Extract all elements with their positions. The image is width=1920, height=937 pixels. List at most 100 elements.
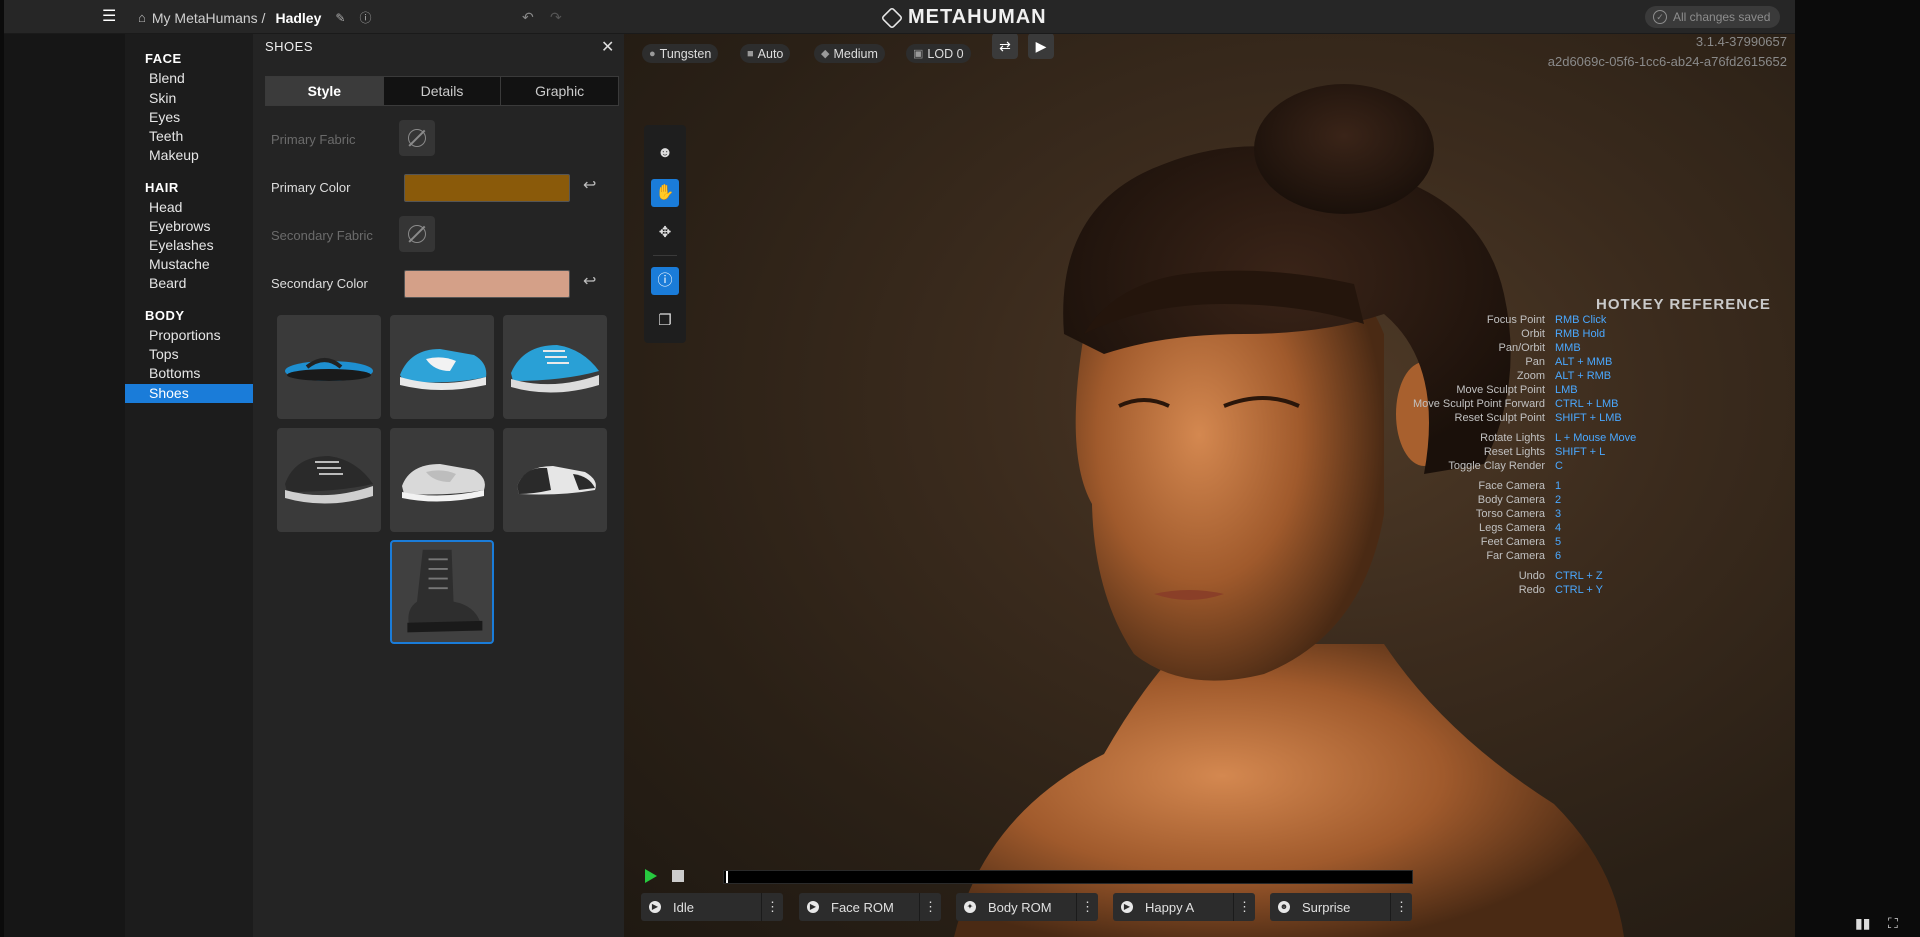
hotkey-action: Move Sculpt Point — [1456, 384, 1545, 396]
reset-primary-color-icon[interactable]: ↩ — [583, 175, 596, 195]
reset-secondary-color-icon[interactable]: ↩ — [583, 271, 596, 291]
shoe-option-sneaker-blue[interactable] — [503, 315, 607, 419]
swap-view-icon[interactable]: ⇄ — [992, 34, 1018, 59]
more-icon[interactable]: ⋮ — [919, 893, 941, 921]
hotkey-row: Feet Camera 5 — [1324, 536, 1784, 550]
play-circle-icon: ▶ — [649, 901, 661, 913]
primary-color-label: Primary Color — [271, 180, 351, 195]
hotkey-key: 6 — [1555, 550, 1562, 562]
tab-style[interactable]: Style — [266, 77, 384, 105]
category-item-bottoms[interactable]: Bottoms — [125, 364, 253, 383]
anim-body-rom[interactable]: ✦ Body ROM ⋮ — [956, 893, 1098, 921]
lod-label: LOD 0 — [927, 46, 964, 61]
category-item-beard[interactable]: Beard — [125, 274, 253, 293]
hotkey-row: Focus Point RMB Click — [1324, 314, 1784, 328]
sculpt-icon[interactable]: ✋ — [651, 179, 679, 207]
stop-icon[interactable] — [672, 870, 684, 882]
window-margin — [1795, 0, 1920, 937]
category-item-eyelashes[interactable]: Eyelashes — [125, 236, 253, 255]
viewport-tools: ⇄ ▶ — [992, 34, 1054, 59]
category-item-skin[interactable]: Skin — [125, 89, 253, 108]
category-item-eyebrows[interactable]: Eyebrows — [125, 217, 253, 236]
hotkey-action: Reset Lights — [1483, 446, 1545, 458]
undo-icon[interactable]: ↶ — [522, 9, 534, 26]
hotkey-key: C — [1555, 460, 1563, 472]
anim-label: Body ROM — [988, 899, 1052, 915]
save-status-text: All changes saved — [1673, 10, 1771, 24]
home-icon[interactable]: ⌂ — [138, 10, 146, 25]
more-icon[interactable]: ⋮ — [1390, 893, 1412, 921]
anim-face-rom[interactable]: ▶ Face ROM ⋮ — [799, 893, 941, 921]
play-icon[interactable] — [645, 869, 657, 883]
camera-chip[interactable]: ■ Auto — [740, 44, 791, 63]
category-panel: FACE Blend Skin Eyes Teeth Makeup HAIR H… — [125, 34, 253, 937]
shoe-option-flip-flop[interactable] — [277, 315, 381, 419]
anim-idle[interactable]: ▶ Idle ⋮ — [641, 893, 783, 921]
category-item-tops[interactable]: Tops — [125, 345, 253, 364]
anim-label: Surprise — [1302, 899, 1351, 915]
shoe-option-slip-on-blue[interactable] — [390, 315, 494, 419]
category-item-proportions[interactable]: Proportions — [125, 326, 253, 345]
hotkey-title: HOTKEY REFERENCE — [1596, 296, 1771, 313]
hotkey-key: 4 — [1555, 522, 1562, 534]
anim-surprise[interactable]: ☻ Surprise ⋮ — [1270, 893, 1412, 921]
more-icon[interactable]: ⋮ — [1233, 893, 1255, 921]
more-icon[interactable]: ⋮ — [761, 893, 783, 921]
animation-timeline: ▶ Idle ⋮ ▶ Face ROM ⋮ ✦ Body ROM ⋮ ▶ Hap… — [624, 860, 1424, 937]
panel-title: SHOES — [265, 39, 314, 54]
shoe-option-slip-on-white[interactable] — [390, 428, 494, 532]
3d-viewport[interactable]: ● Tungsten ■ Auto ◆ Medium ▣ LOD 0 ⇄ ▶ 3… — [624, 34, 1795, 937]
shoe-option-combat-boot[interactable] — [390, 540, 494, 644]
hotkey-action: Reset Sculpt Point — [1454, 412, 1546, 424]
close-icon[interactable]: ✕ — [601, 37, 614, 57]
tab-graphic[interactable]: Graphic — [501, 77, 618, 105]
none-icon — [408, 129, 426, 147]
stats-icon[interactable]: ▮▮ — [1855, 915, 1870, 932]
guid-label: a2d6069c-05f6-1cc6-ab24-a76fd2615652 — [1547, 54, 1787, 69]
hotkey-row: Reset Sculpt Point SHIFT + LMB — [1324, 412, 1784, 426]
shoe-option-sneaker-black[interactable] — [277, 428, 381, 532]
playhead[interactable] — [726, 871, 728, 883]
category-item-head[interactable]: Head — [125, 198, 253, 217]
hotkey-action: Pan — [1525, 356, 1545, 368]
primary-fabric-button[interactable] — [399, 120, 435, 156]
hotkey-key: RMB Click — [1555, 314, 1607, 326]
edit-name-icon[interactable]: ✎ — [335, 11, 345, 25]
category-item-eyes[interactable]: Eyes — [125, 108, 253, 127]
lod-chip[interactable]: ▣ LOD 0 — [906, 44, 971, 63]
move-icon[interactable]: ✥ — [651, 219, 679, 247]
lighting-chip[interactable]: ● Tungsten — [642, 44, 719, 63]
anim-happy-a[interactable]: ▶ Happy A ⋮ — [1113, 893, 1255, 921]
tab-details[interactable]: Details — [384, 77, 502, 105]
hotkey-action: Legs Camera — [1478, 522, 1545, 534]
hotkey-key: 1 — [1555, 480, 1562, 492]
category-item-blend[interactable]: Blend — [125, 69, 253, 88]
duplicate-icon[interactable]: ❐ — [651, 307, 679, 335]
redo-icon[interactable]: ↷ — [550, 9, 562, 26]
fullscreen-icon[interactable]: ⛶ — [1888, 915, 1898, 932]
head-select-icon[interactable]: ☻ — [651, 139, 679, 167]
screenshot-icon[interactable]: ▶ — [1028, 34, 1054, 59]
logo-mark-icon — [880, 6, 904, 29]
secondary-fabric-button[interactable] — [399, 216, 435, 252]
category-item-makeup[interactable]: Makeup — [125, 146, 253, 165]
more-icon[interactable]: ⋮ — [1076, 893, 1098, 921]
running-icon: ✦ — [964, 901, 976, 913]
shoe-option-oxford-two-tone[interactable] — [503, 428, 607, 532]
help-icon[interactable]: ⓘ — [359, 9, 371, 26]
timeline-track[interactable] — [723, 870, 1413, 884]
secondary-color-swatch[interactable] — [404, 270, 570, 298]
breadcrumb-root[interactable]: My MetaHumans / — [152, 10, 266, 26]
hotkey-key: CTRL + LMB — [1555, 398, 1619, 410]
primary-color-swatch[interactable] — [404, 174, 570, 202]
quality-chip[interactable]: ◆ Medium — [814, 44, 885, 63]
category-item-mustache[interactable]: Mustache — [125, 255, 253, 274]
category-item-teeth[interactable]: Teeth — [125, 127, 253, 146]
hotkey-key: SHIFT + LMB — [1555, 412, 1622, 424]
character-name: Hadley — [275, 9, 322, 26]
hotkey-row: Zoom ALT + RMB — [1324, 370, 1784, 384]
secondary-fabric-label: Secondary Fabric — [271, 228, 373, 243]
category-item-shoes[interactable]: Shoes — [125, 384, 253, 403]
menu-icon[interactable]: ☰ — [102, 8, 118, 26]
info-icon[interactable]: ⓘ — [651, 267, 679, 295]
